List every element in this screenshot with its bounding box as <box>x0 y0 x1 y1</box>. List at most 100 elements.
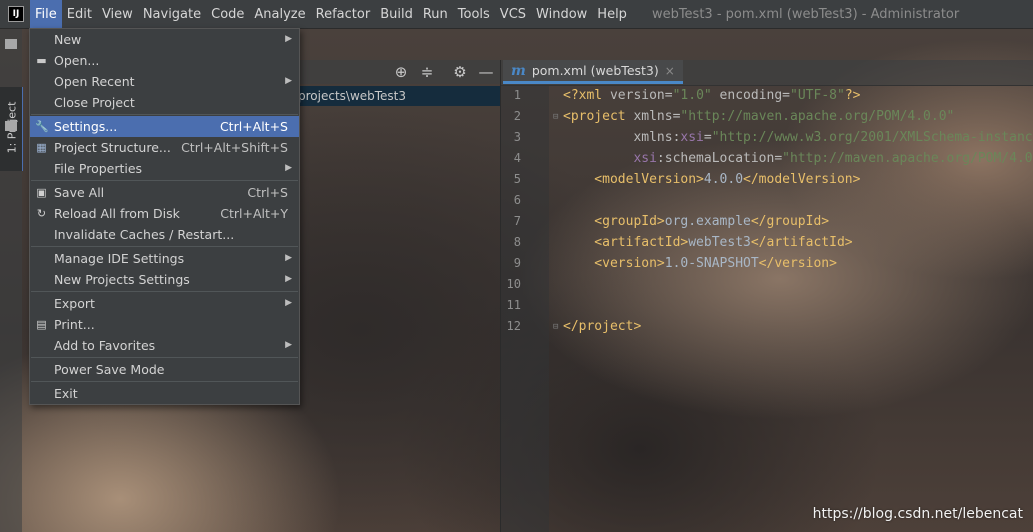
code-line[interactable]: xmlns:xsi="http://www.w3.org/2001/XMLSch… <box>563 127 1033 148</box>
file-menu-item-label: New <box>54 32 82 47</box>
code-line[interactable]: <modelVersion>4.0.0</modelVersion> <box>563 169 1033 190</box>
file-menu-item-label: Export <box>54 296 95 311</box>
file-menu-item-label: File Properties <box>54 161 143 176</box>
file-menu-item-label: Open Recent <box>54 74 135 89</box>
submenu-arrow-icon: ▶ <box>285 163 292 173</box>
file-menu-item-close-project[interactable]: Close Project <box>30 92 299 113</box>
file-menu-item-label: Reload All from Disk <box>54 206 180 221</box>
menu-separator <box>31 381 298 382</box>
line-number: 11 <box>506 298 521 312</box>
menu-analyze[interactable]: Analyze <box>249 0 310 29</box>
code-line[interactable] <box>563 295 1033 316</box>
menu-window[interactable]: Window <box>531 0 592 29</box>
editor-tab-bar: m pom.xml (webTest3) × <box>501 60 1033 86</box>
fold-marker-icon[interactable]: ⊟ <box>553 322 558 332</box>
code-line[interactable] <box>563 274 1033 295</box>
code-token: </groupId> <box>750 214 830 229</box>
shortcut-label: Ctrl+Alt+Y <box>220 206 288 221</box>
file-menu-item-power-save-mode[interactable]: Power Save Mode <box>30 359 299 380</box>
project-tree-root[interactable]: projects\webTest3 <box>298 86 500 106</box>
file-menu-item-print[interactable]: ▤ Print... <box>30 314 299 335</box>
code-token: <modelVersion> <box>563 172 704 187</box>
print-icon: ▤ <box>36 318 47 331</box>
code-token: "http://www.w3.org/2001/XMLSchema-instan… <box>711 130 1033 145</box>
menu-code[interactable]: Code <box>206 0 249 29</box>
submenu-arrow-icon: ▶ <box>285 34 292 44</box>
folder-icon[interactable] <box>5 121 17 131</box>
code-token: webTest3 <box>688 235 751 250</box>
code-line[interactable]: <artifactId>webTest3</artifactId> <box>563 232 1033 253</box>
file-menu-item-new[interactable]: New ▶ <box>30 29 299 50</box>
file-menu-item-open[interactable]: ▬ Open... <box>30 50 299 71</box>
tab-pom-xml[interactable]: m pom.xml (webTest3) × <box>503 60 683 84</box>
code-token: <?xml <box>563 88 610 103</box>
line-number: 6 <box>513 193 521 207</box>
file-menu-item-settings[interactable]: 🔧 Settings... Ctrl+Alt+S <box>30 116 299 137</box>
menu-separator <box>31 357 298 358</box>
close-icon[interactable]: × <box>665 64 675 78</box>
shortcut-label: Ctrl+Alt+Shift+S <box>181 140 288 155</box>
file-menu-item-label: Settings... <box>54 119 118 134</box>
menu-run[interactable]: Run <box>418 0 453 29</box>
code-line[interactable]: xsi:schemaLocation="http://maven.apache.… <box>563 148 1033 169</box>
code-line[interactable] <box>563 190 1033 211</box>
file-menu-item-manage-ide-settings[interactable]: Manage IDE Settings ▶ <box>30 248 299 269</box>
line-number: 5 <box>513 172 521 186</box>
collapse-icon[interactable]: ≑ <box>418 63 436 81</box>
code-token: = <box>703 130 712 145</box>
menu-separator <box>31 180 298 181</box>
code-token: "http://maven.apache.org/POM/4.0.0" <box>680 109 955 124</box>
crosshair-icon[interactable]: ⊕ <box>392 63 410 81</box>
file-menu-item-add-to-favorites[interactable]: Add to Favorites ▶ <box>30 335 299 356</box>
file-menu-item-label: Print... <box>54 317 95 332</box>
code-token: </project> <box>563 319 642 334</box>
file-menu-item-save-all[interactable]: ▣ Save All Ctrl+S <box>30 182 299 203</box>
menu-help[interactable]: Help <box>592 0 632 29</box>
menu-vcs[interactable]: VCS <box>495 0 531 29</box>
file-menu-item-invalidate-caches-restart[interactable]: Invalidate Caches / Restart... <box>30 224 299 245</box>
intellij-logo-icon: IJ <box>8 6 24 22</box>
code-token: xsi <box>680 130 704 145</box>
file-menu-item-new-projects-settings[interactable]: New Projects Settings ▶ <box>30 269 299 290</box>
save-icon: ▣ <box>36 186 47 199</box>
code-line[interactable]: <project xmlns="http://maven.apache.org/… <box>563 106 1033 127</box>
menu-build[interactable]: Build <box>375 0 418 29</box>
tab-label: pom.xml (webTest3) <box>531 63 659 78</box>
code-token: "UTF-8" <box>790 88 845 103</box>
code-line[interactable]: <groupId>org.example</groupId> <box>563 211 1033 232</box>
minimize-icon[interactable]: — <box>477 63 495 81</box>
maven-file-icon: m <box>511 62 526 79</box>
code-line[interactable]: <version>1.0-SNAPSHOT</version> <box>563 253 1033 274</box>
editor-gutter: 1 2 3 4 5 6 7 8 9 10 11 12 ⊟ ⊟ <box>501 86 558 532</box>
menu-refactor[interactable]: Refactor <box>311 0 376 29</box>
file-menu-item-open-recent[interactable]: Open Recent ▶ <box>30 71 299 92</box>
file-menu-item-project-structure[interactable]: ▦ Project Structure... Ctrl+Alt+Shift+S <box>30 137 299 158</box>
file-menu-item-file-properties[interactable]: File Properties ▶ <box>30 158 299 179</box>
file-menu-item-export[interactable]: Export ▶ <box>30 293 299 314</box>
code-token: encoding= <box>711 88 791 103</box>
menu-tools[interactable]: Tools <box>453 0 495 29</box>
file-menu-dropdown: New ▶ ▬ Open... Open Recent ▶ Close Project 🔧 Se… <box>29 28 300 405</box>
code-token: </version> <box>758 256 837 271</box>
menu-view[interactable]: View <box>97 0 138 29</box>
code-token: "1.0" <box>672 88 712 103</box>
file-menu-item-exit[interactable]: Exit <box>30 383 299 404</box>
project-structure-small-icon[interactable] <box>5 39 17 49</box>
submenu-arrow-icon: ▶ <box>285 76 292 86</box>
code-line[interactable]: </project> <box>563 316 1033 337</box>
line-number: 8 <box>513 235 521 249</box>
file-menu-item-reload-all-from-disk[interactable]: ↻ Reload All from Disk Ctrl+Alt+Y <box>30 203 299 224</box>
fold-marker-icon[interactable]: ⊟ <box>553 112 558 122</box>
file-menu-item-label: Open... <box>54 53 100 68</box>
file-menu-item-label: Exit <box>54 386 78 401</box>
menu-file[interactable]: File <box>30 0 62 29</box>
file-menu-item-label: Close Project <box>54 95 135 110</box>
project-panel-header: ⊕ ≑ ⚙ — <box>298 60 500 84</box>
menu-navigate[interactable]: Navigate <box>138 0 206 29</box>
reload-icon: ↻ <box>36 207 47 220</box>
code-token: xsi <box>563 151 657 166</box>
menu-edit[interactable]: Edit <box>62 0 97 29</box>
gear-icon[interactable]: ⚙ <box>451 63 469 81</box>
code-line[interactable]: <?xml version="1.0" encoding="UTF-8"?> <box>563 85 1033 106</box>
code-token: "http://maven.apache.org/POM/4.0.0 http:… <box>782 151 1033 166</box>
